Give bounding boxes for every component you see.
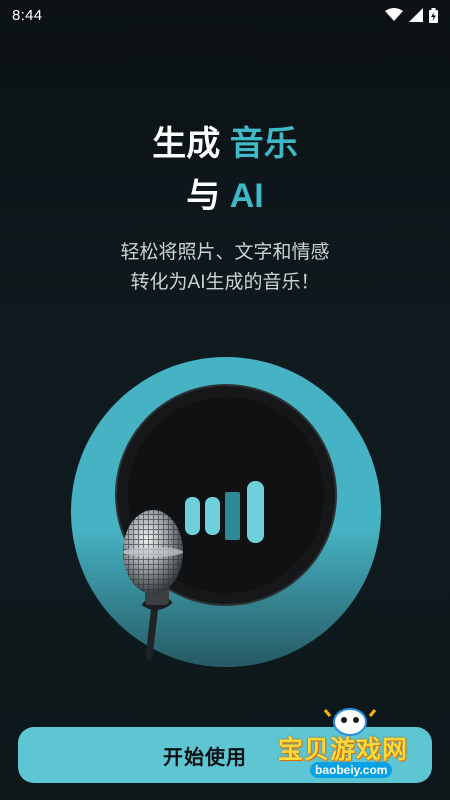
wifi-icon	[385, 8, 403, 21]
ring-graphic	[71, 357, 381, 667]
subtitle-line-1: 轻松将照片、文字和情感	[120, 242, 330, 263]
headline-line-2: 与 AI	[0, 170, 450, 222]
hero-illustration	[71, 357, 381, 667]
subtitle-line-2: 转化为AI生成的音乐！	[130, 272, 320, 293]
headline-accent-1: 音乐	[229, 125, 298, 163]
status-icons	[385, 7, 438, 23]
watermark-logo: 宝贝游戏网 baobeiy.com	[268, 700, 446, 788]
headline-plain-2: 与	[186, 177, 230, 215]
start-button-label: 开始使用	[163, 746, 247, 769]
headline-plain-1: 生成	[152, 125, 230, 163]
headline-line-1: 生成 音乐	[0, 118, 450, 170]
headline: 生成 音乐 与 AI	[0, 118, 450, 222]
headline-accent-2: AI	[229, 177, 264, 215]
watermark-url: baobeiy.com	[310, 762, 393, 778]
status-time: 8:44	[12, 6, 43, 24]
battery-icon	[429, 7, 438, 23]
watermark-text: 宝贝游戏网	[278, 736, 409, 764]
status-bar: 8:44	[0, 0, 450, 30]
subtitle: 轻松将照片、文字和情感 转化为AI生成的音乐！	[0, 238, 450, 298]
signal-icon	[409, 8, 423, 22]
